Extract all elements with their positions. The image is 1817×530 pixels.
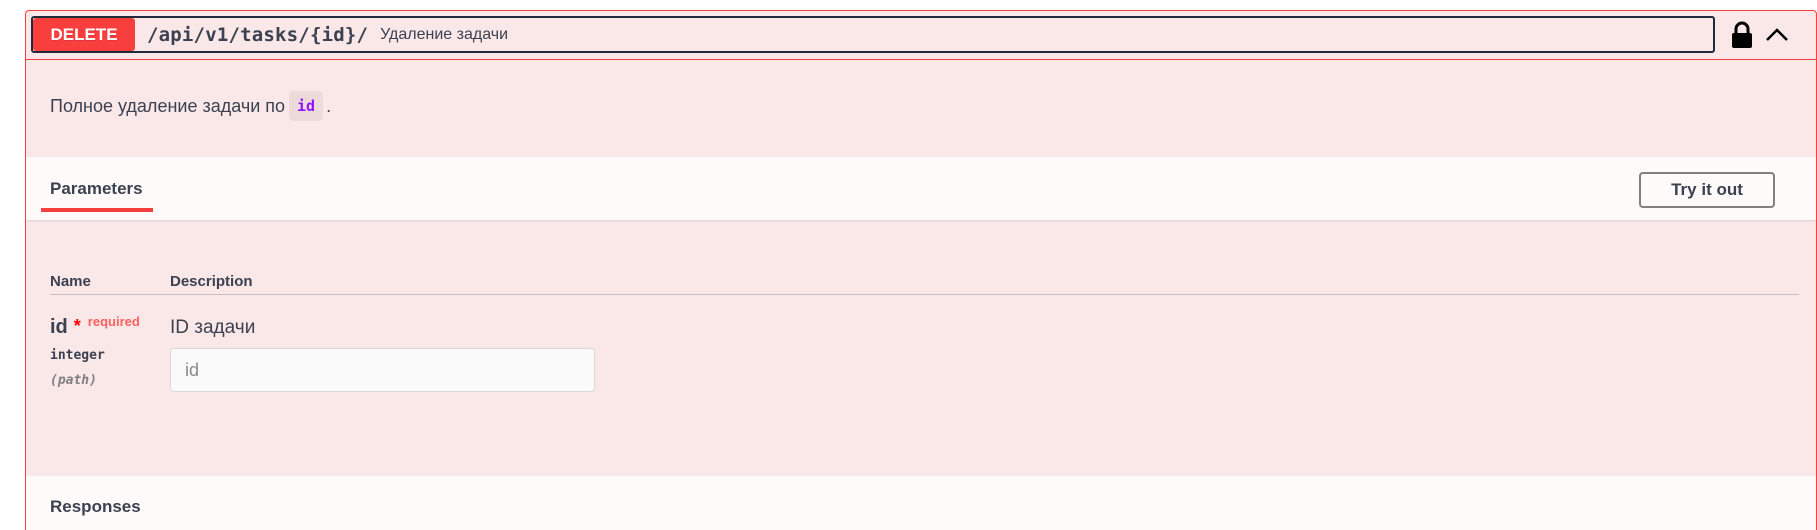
tab-active-indicator xyxy=(41,208,153,212)
chevron-up-icon[interactable] xyxy=(1764,23,1790,47)
operation-summary: DELETE /api/v1/tasks/{id}/ Удаление зада… xyxy=(26,11,1816,60)
endpoint-path: /api/v1/tasks/{id}/ xyxy=(147,23,369,46)
parameter-location: (path) xyxy=(50,373,97,388)
parameter-name: id * required xyxy=(50,314,140,339)
column-header-name: Name xyxy=(50,273,91,290)
description-text: Полное удаление задачи по xyxy=(50,95,286,116)
parameter-description: ID задачи xyxy=(170,317,256,338)
operation-block-delete: DELETE /api/v1/tasks/{id}/ Удаление зада… xyxy=(25,10,1817,530)
parameter-type: integer xyxy=(50,348,105,363)
description-suffix: . xyxy=(326,95,332,116)
table-header-divider xyxy=(50,294,1799,295)
http-method-badge: DELETE xyxy=(33,18,135,51)
operation-summary-text: Удаление задачи xyxy=(380,25,509,43)
column-header-description: Description xyxy=(170,273,253,290)
parameter-id-input[interactable] xyxy=(170,348,595,392)
try-it-out-button[interactable]: Try it out xyxy=(1639,172,1775,208)
lock-icon[interactable] xyxy=(1731,21,1753,49)
required-asterisk: * xyxy=(73,316,81,336)
responses-section-header: Responses xyxy=(26,476,1816,530)
description-code: id xyxy=(289,91,324,121)
required-label: required xyxy=(87,314,140,329)
operation-summary-toggle[interactable]: DELETE /api/v1/tasks/{id}/ Удаление зада… xyxy=(31,16,1715,53)
parameters-section-header: Parameters Try it out xyxy=(26,157,1816,220)
operation-description: Полное удаление задачи по id . xyxy=(50,91,331,121)
parameter-name-text: id xyxy=(50,316,68,338)
responses-title: Responses xyxy=(50,497,141,516)
tab-parameters[interactable]: Parameters xyxy=(50,179,143,199)
